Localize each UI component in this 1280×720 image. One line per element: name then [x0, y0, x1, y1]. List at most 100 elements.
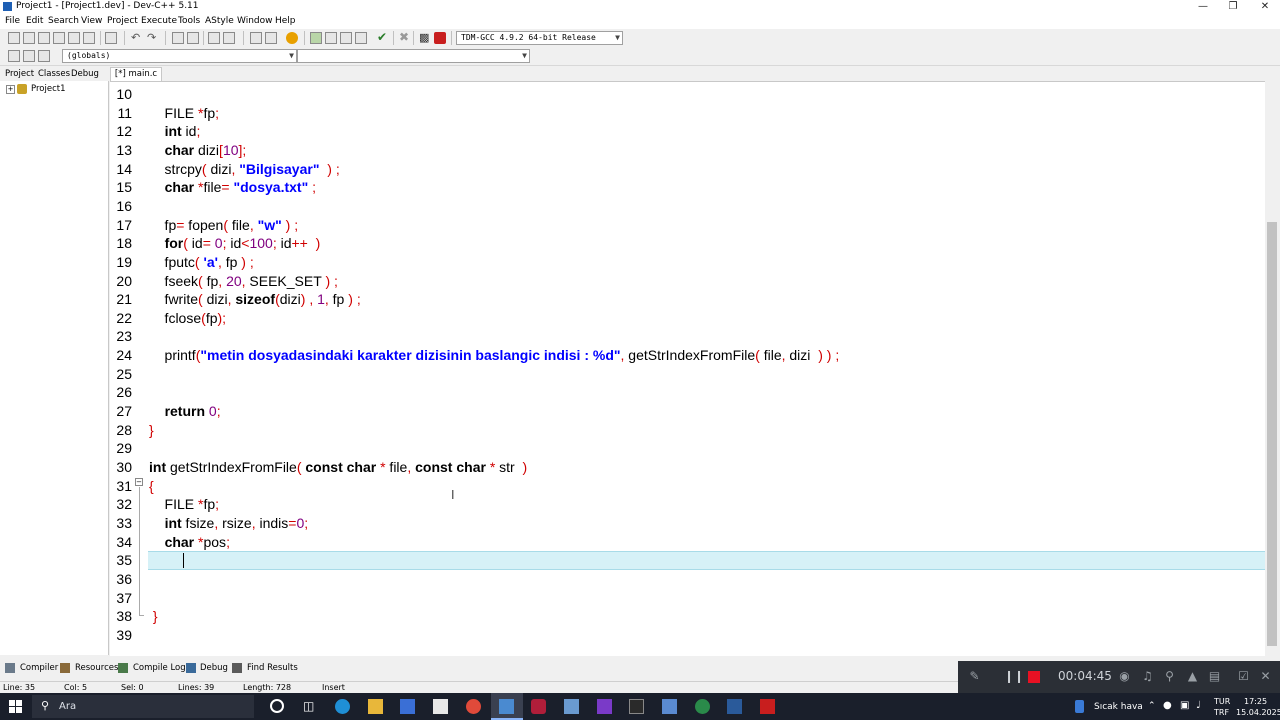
menu-window[interactable]: Window	[237, 16, 273, 26]
menu-astyle[interactable]: AStyle	[205, 16, 234, 26]
stop-icon[interactable]	[1028, 671, 1040, 683]
minimize-button[interactable]: —	[1188, 0, 1218, 14]
tab-debug-bottom[interactable]: Debug	[200, 663, 228, 673]
code-line[interactable]: printf("metin dosyadasindaki karakter di…	[149, 346, 840, 365]
tab-project[interactable]: Project	[5, 69, 34, 79]
menu-help[interactable]: Help	[275, 16, 296, 26]
clock-date[interactable]: 15.04.2025	[1236, 708, 1280, 717]
save-icon[interactable]	[38, 32, 50, 44]
replace-icon[interactable]	[187, 32, 199, 44]
devcpp-task[interactable]	[491, 693, 523, 720]
menu-search[interactable]: Search	[48, 16, 79, 26]
rebuild-icon[interactable]	[355, 32, 367, 44]
volume-icon[interactable]: ♩	[1196, 700, 1201, 711]
menu-execute[interactable]: Execute	[141, 16, 177, 26]
member-select[interactable]: ▼	[297, 49, 530, 63]
snipping-icon[interactable]	[564, 699, 579, 714]
close-icon[interactable]: ✕	[1259, 670, 1272, 683]
taskbar-search[interactable]: ⚲ Ara	[32, 695, 254, 718]
recorder-app-icon[interactable]	[531, 699, 546, 714]
tab-resources[interactable]: Resources	[75, 663, 118, 673]
weather-icon[interactable]	[1075, 700, 1084, 713]
tab-compile-log[interactable]: Compile Log	[133, 663, 186, 673]
code-line[interactable]: }	[149, 421, 154, 440]
pen-icon[interactable]: ✎	[968, 670, 981, 683]
back-icon[interactable]	[265, 32, 277, 44]
editor-tab-main[interactable]: [*] main.c	[110, 67, 162, 82]
mail-icon[interactable]	[433, 699, 448, 714]
code-line[interactable]: fputc( 'a', fp ) ;	[149, 253, 254, 272]
tab-classes[interactable]: Classes	[38, 69, 70, 79]
editor-scrollbar-thumb[interactable]	[1267, 222, 1277, 646]
code-line[interactable]: }	[149, 607, 158, 626]
compile-run-icon[interactable]	[340, 32, 352, 44]
language-top[interactable]: TUR	[1214, 697, 1230, 706]
code-line[interactable]: fseek( fp, 20, SEEK_SET ) ;	[149, 272, 338, 291]
code-line[interactable]: int getStrIndexFromFile( const char * fi…	[149, 458, 527, 477]
edge-icon[interactable]	[335, 699, 350, 714]
insert-icon[interactable]	[8, 50, 20, 62]
search-icon[interactable]: ⚲	[1163, 670, 1176, 683]
close-button[interactable]: ✕	[1250, 0, 1280, 14]
close-file-icon[interactable]	[68, 32, 80, 44]
clock-time[interactable]: 17:25	[1244, 697, 1267, 706]
project-tree-root[interactable]: Project1	[31, 84, 66, 94]
debug-icon[interactable]	[434, 32, 446, 44]
menu-tools[interactable]: Tools	[178, 16, 200, 26]
code-line[interactable]: FILE *fp;	[149, 495, 220, 514]
code-line[interactable]: int id;	[149, 122, 201, 141]
new-file-icon[interactable]	[8, 32, 20, 44]
indent-icon[interactable]	[208, 32, 220, 44]
code-editor[interactable]: 10 11 12 13 14 15 16 17 18 19 20 21 22 23 24 25 26 27 28 29…	[110, 81, 1265, 656]
compiler-select[interactable]: TDM-GCC 4.9.2 64-bit Release ▼	[456, 31, 623, 45]
language-bottom[interactable]: TRF	[1214, 708, 1229, 717]
scope-select[interactable]: (globals) ▼	[62, 49, 297, 63]
toggle-bookmark-icon[interactable]	[23, 50, 35, 62]
code-line[interactable]: char *pos;	[149, 533, 230, 552]
microphone-tray-icon[interactable]: ●	[1163, 700, 1172, 711]
vscode-icon[interactable]	[727, 699, 742, 714]
code-line[interactable]: {	[149, 477, 154, 496]
tab-find-results[interactable]: Find Results	[247, 663, 298, 673]
menu-edit[interactable]: Edit	[26, 16, 43, 26]
compile-icon[interactable]	[310, 32, 322, 44]
code-line[interactable]: return 0;	[149, 402, 221, 421]
edit-icon[interactable]: ☑	[1237, 670, 1250, 683]
code-line[interactable]: char dizi[10];	[149, 141, 247, 160]
goto-icon[interactable]	[250, 32, 262, 44]
stop-execution-icon[interactable]: ✖	[399, 30, 409, 44]
task-view-icon[interactable]: ◫	[303, 699, 318, 714]
save-all-icon[interactable]	[53, 32, 65, 44]
camera-icon[interactable]: ◉	[1118, 670, 1131, 683]
tray-chevron-icon[interactable]: ⌃	[1148, 701, 1156, 711]
hs-app-icon[interactable]	[695, 699, 710, 714]
print-icon[interactable]	[105, 32, 117, 44]
pause-icon[interactable]: ❙❙	[1004, 670, 1024, 683]
cortana-icon[interactable]	[270, 699, 284, 713]
code-line[interactable]: fwrite( dizi, sizeof(dizi) , 1, fp ) ;	[149, 290, 361, 309]
syntax-check-icon[interactable]: ✔	[377, 30, 387, 44]
tab-compiler[interactable]: Compiler	[20, 663, 58, 673]
menu-project[interactable]: Project	[107, 16, 138, 26]
undo-icon[interactable]: ↶	[131, 31, 140, 44]
restore-button[interactable]: ❐	[1218, 0, 1248, 14]
run-icon[interactable]	[325, 32, 337, 44]
profile-icon[interactable]: ▩	[419, 31, 429, 44]
code-line[interactable]: fclose(fp);	[149, 309, 227, 328]
visual-studio-icon[interactable]	[597, 699, 612, 714]
windows-start-icon[interactable]	[9, 700, 22, 713]
bookmark-icon[interactable]	[286, 32, 298, 44]
redo-icon[interactable]: ↷	[147, 31, 156, 44]
microphone-icon[interactable]: ♫	[1141, 670, 1154, 683]
menu-file[interactable]: File	[5, 16, 20, 26]
code-line[interactable]: int fsize, rsize, indis=0;	[149, 514, 309, 533]
fold-icon[interactable]: −	[135, 478, 143, 486]
code-line[interactable]: FILE *fp;	[149, 104, 220, 123]
acrobat-icon[interactable]	[760, 699, 775, 714]
weather-text[interactable]: Sıcak hava	[1094, 702, 1143, 712]
code-line[interactable]: char *file= "dosya.txt" ;	[149, 178, 316, 197]
speaker-icon[interactable]: ▲	[1186, 670, 1199, 683]
unindent-icon[interactable]	[223, 32, 235, 44]
open-file-icon[interactable]	[23, 32, 35, 44]
file-explorer-icon[interactable]	[368, 699, 383, 714]
